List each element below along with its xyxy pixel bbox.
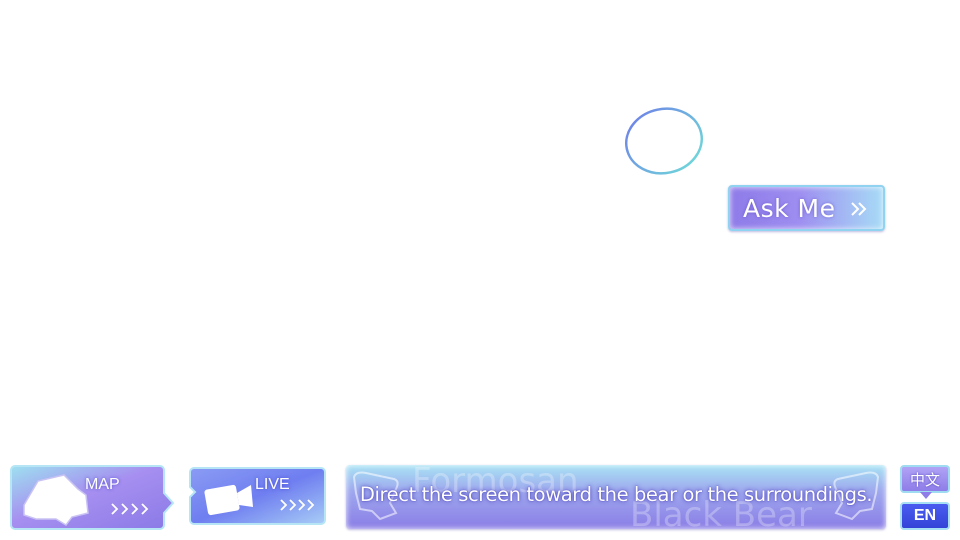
ask-me-button[interactable]: Ask Me <box>728 185 885 231</box>
double-chevron-right-icon <box>851 202 867 216</box>
target-ring-icon <box>624 107 704 175</box>
caption-box: Formosan Black Bear Direct the screen to… <box>346 465 886 529</box>
live-button[interactable]: LIVE <box>189 467 326 525</box>
map-button[interactable]: MAP <box>10 465 175 530</box>
chevrons-right-icon <box>280 499 315 511</box>
live-label: LIVE <box>255 476 290 493</box>
language-en-button[interactable]: EN <box>900 502 950 530</box>
ask-me-label: Ask Me <box>743 193 836 223</box>
map-label: MAP <box>85 476 120 493</box>
language-en-label: EN <box>913 507 937 524</box>
caption-text: Direct the screen toward the bear or the… <box>359 483 873 506</box>
selection-pointer-icon <box>920 492 932 499</box>
chevrons-right-icon <box>111 503 149 515</box>
language-zh-label: 中文 <box>909 470 940 489</box>
language-zh-button[interactable]: 中文 <box>900 465 950 499</box>
camera-icon <box>204 484 253 516</box>
map-icon <box>23 474 89 526</box>
ar-viewport: Ask Me MAP LIVE Formosan Black Bear Dire… <box>0 0 960 540</box>
